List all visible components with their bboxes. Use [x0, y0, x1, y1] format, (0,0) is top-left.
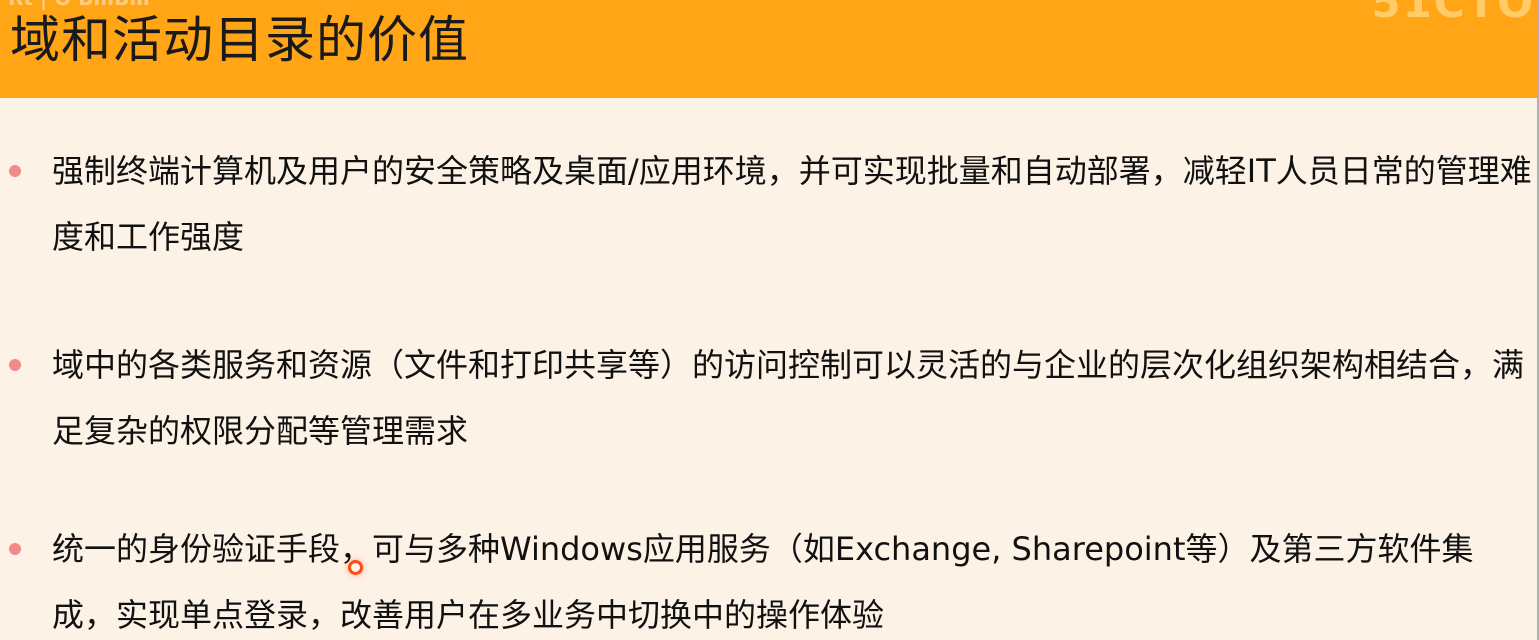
bullet-text: 域中的各类服务和资源（文件和打印共享等）的访问控制可以灵活的与企业的层次化组织架… — [52, 346, 1525, 450]
page-title: 域和活动目录的价值 — [10, 11, 469, 69]
watermark-right: 51CTO — [1371, 0, 1535, 27]
slide: Rt | O BiliBili 域和活动目录的价值 51CTO 强制终端计算机及… — [0, 0, 1539, 640]
bullet-dot-icon — [9, 165, 21, 177]
bullet-text: 统一的身份验证手段，可与多种Windows应用服务（如Exchange, Sha… — [52, 530, 1474, 634]
bullet-dot-icon — [9, 359, 21, 371]
bullet-dot-icon — [9, 543, 21, 555]
mouse-cursor-icon — [348, 560, 363, 575]
bullet-text: 强制终端计算机及用户的安全策略及桌面/应用环境，并可实现批量和自动部署，减轻IT… — [52, 152, 1532, 256]
title-bar: Rt | O BiliBili 域和活动目录的价值 51CTO — [0, 0, 1537, 98]
